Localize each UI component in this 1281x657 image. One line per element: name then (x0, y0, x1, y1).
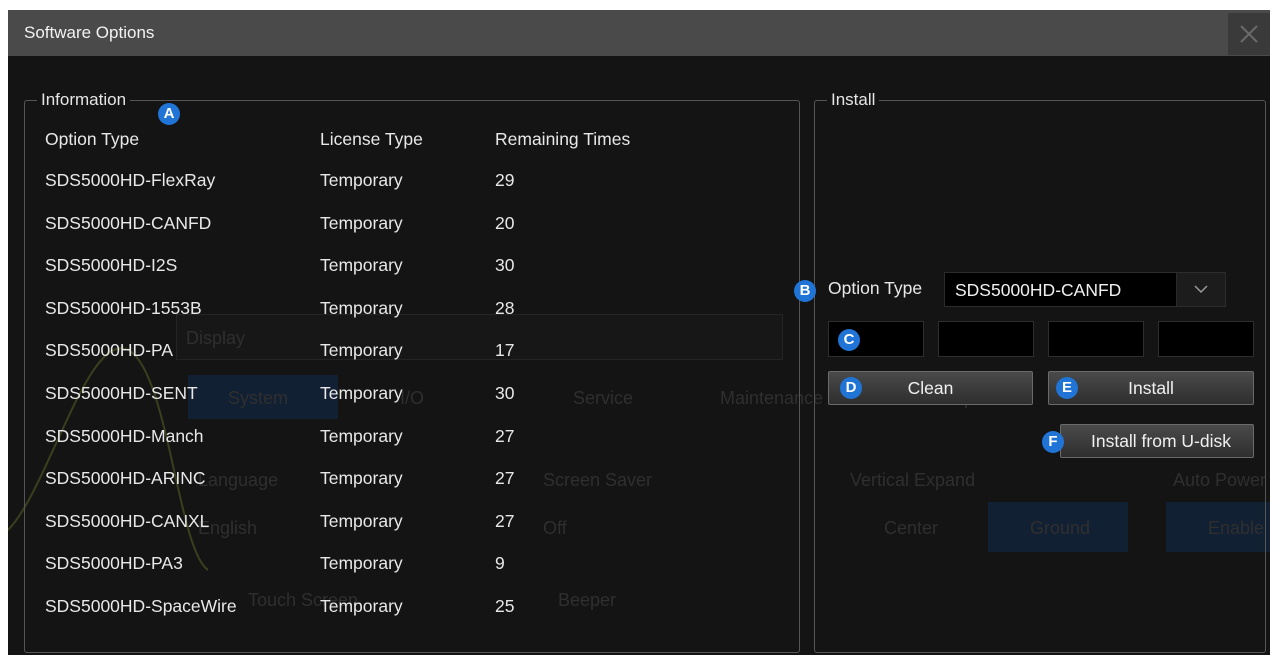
license-type-cell: Temporary (320, 468, 403, 489)
install-from-udisk-button[interactable]: Install from U-disk (1060, 424, 1254, 458)
license-key-field-2[interactable] (938, 321, 1034, 357)
option-type-cell: SDS5000HD-PA3 (45, 553, 183, 574)
option-type-cell: SDS5000HD-Manch (45, 425, 204, 446)
license-type-cell: Temporary (320, 340, 403, 361)
license-type-cell: Temporary (320, 553, 403, 574)
remaining-times-cell: 20 (495, 212, 515, 233)
option-type-cell: SDS5000HD-CANFD (45, 212, 212, 233)
license-type-cell: Temporary (320, 297, 403, 318)
window-title: Software Options (24, 23, 155, 42)
remaining-times-cell: 27 (495, 510, 515, 531)
license-key-field-3[interactable] (1048, 321, 1144, 357)
install-from-udisk-label: Install from U-disk (1090, 431, 1232, 451)
license-type-cell: Temporary (320, 425, 403, 446)
option-type-dropdown-toggle[interactable] (1176, 273, 1225, 306)
license-type-cell: Temporary (320, 383, 403, 403)
information-legend: Information (41, 90, 127, 109)
option-type-value: SDS5000HD-CANFD (955, 280, 1122, 300)
header-option-type: Option Type (45, 129, 140, 149)
option-type-cell: SDS5000HD-SENT (45, 383, 198, 403)
option-type-cell: SDS5000HD-ARINC (45, 468, 206, 489)
remaining-times-cell: 29 (495, 170, 515, 190)
callout-c-badge: C (838, 329, 860, 351)
license-type-cell: Temporary (320, 510, 403, 531)
header-license-type: License Type (320, 129, 423, 149)
callout-a-badge: A (158, 103, 180, 125)
license-type-cell: Temporary (320, 255, 403, 276)
callout-e-badge: E (1056, 377, 1078, 399)
title-bar: Software Options (8, 10, 1270, 56)
license-key-field-4[interactable] (1158, 321, 1254, 357)
software-options-dialog: Display System I/O Service Maintenance D… (8, 10, 1270, 655)
header-remaining-times: Remaining Times (495, 129, 631, 149)
close-icon (1240, 25, 1258, 43)
remaining-times-cell: 17 (495, 340, 515, 361)
callout-f-badge: F (1042, 431, 1064, 453)
remaining-times-cell: 30 (495, 255, 515, 276)
remaining-times-cell: 30 (495, 383, 515, 403)
option-type-select[interactable]: SDS5000HD-CANFD (944, 272, 1226, 307)
option-type-cell: SDS5000HD-1553B (45, 297, 202, 318)
install-button-label: Install (1128, 378, 1174, 398)
option-type-cell: SDS5000HD-PA (45, 340, 174, 361)
remaining-times-cell: 9 (495, 553, 505, 574)
option-type-cell: SDS5000HD-CANXL (45, 510, 210, 531)
option-type-cell: SDS5000HD-I2S (45, 255, 178, 276)
remaining-times-cell: 27 (495, 468, 515, 489)
clean-button-label: Clean (907, 378, 954, 398)
callout-d-badge: D (840, 377, 862, 399)
callout-b-badge: B (794, 280, 816, 302)
install-legend: Install (831, 90, 876, 109)
license-type-cell: Temporary (320, 596, 403, 616)
license-type-cell: Temporary (320, 170, 403, 190)
remaining-times-cell: 25 (495, 596, 515, 616)
remaining-times-cell: 27 (495, 425, 515, 446)
close-button[interactable] (1228, 13, 1270, 55)
install-button[interactable]: Install (1048, 371, 1254, 405)
option-type-cell: SDS5000HD-FlexRay (45, 170, 216, 190)
chevron-down-icon (1194, 285, 1208, 294)
option-type-cell: SDS5000HD-SpaceWire (45, 596, 237, 616)
license-type-cell: Temporary (320, 212, 403, 233)
remaining-times-cell: 28 (495, 297, 515, 318)
option-type-label: Option Type (828, 278, 923, 298)
